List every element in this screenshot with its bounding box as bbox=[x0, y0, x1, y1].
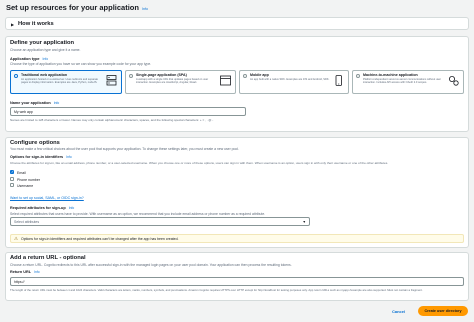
required-attributes-desc: Select required attributes that users ha… bbox=[10, 212, 266, 216]
warning-text: Options for sign-in identifiers and requ… bbox=[21, 237, 179, 242]
email-checkbox[interactable]: ✓ bbox=[10, 170, 15, 175]
app-name-input[interactable]: My web app bbox=[10, 107, 246, 116]
phone-option-label: Phone number bbox=[17, 177, 40, 182]
tile-title: Machine-to-machine application bbox=[363, 73, 418, 77]
return-url-label: Return URL Info bbox=[10, 270, 40, 274]
warning-alert: ⚠ Options for sign-in identifiers and re… bbox=[10, 234, 464, 243]
required-attributes-select[interactable]: Select attributes ▼ bbox=[10, 217, 310, 226]
application-type-desc: Choose the type of application you have … bbox=[10, 62, 152, 66]
warning-icon: ⚠ bbox=[14, 236, 19, 242]
tile-machine-to-machine[interactable]: Machine-to-machine application Platform-… bbox=[352, 70, 464, 94]
configure-desc: You must make a few critical choices abo… bbox=[10, 147, 239, 151]
tile-title: Mobile app bbox=[250, 73, 269, 77]
mobile-icon bbox=[335, 75, 342, 86]
application-type-label: Application type Info bbox=[10, 57, 49, 61]
caret-right-icon: ▶ bbox=[11, 21, 15, 27]
return-url-hint: The length of the return URL must be bet… bbox=[10, 288, 423, 292]
how-it-works-label: How it works bbox=[18, 20, 54, 27]
sign-in-identifiers-label: Options for sign-in identifiers Info bbox=[10, 155, 72, 159]
username-option-label: Username bbox=[17, 183, 34, 188]
required-attributes-info-link[interactable]: Info bbox=[69, 206, 75, 210]
email-option-label: Email bbox=[17, 170, 26, 175]
chevron-down-icon: ▼ bbox=[302, 220, 306, 224]
tile-title: Traditional web application bbox=[21, 73, 68, 77]
cancel-button[interactable]: Cancel bbox=[392, 309, 405, 314]
tile-title: Single-page application (SPA) bbox=[136, 73, 187, 77]
tile-desc: Platform-independent server-to-server co… bbox=[363, 78, 441, 85]
server-icon bbox=[106, 75, 117, 86]
configure-options-panel bbox=[5, 137, 469, 248]
gears-icon bbox=[449, 76, 459, 86]
sign-in-info-link[interactable]: Info bbox=[66, 155, 72, 159]
tile-mobile-app[interactable]: Mobile app An app built with a native SD… bbox=[239, 70, 349, 94]
browser-icon bbox=[220, 75, 231, 86]
name-hint: Names are limited to 128 characters or f… bbox=[10, 118, 214, 122]
required-attributes-label: Required attributes for sign-up Info bbox=[10, 206, 75, 210]
return-url-info-link[interactable]: Info bbox=[34, 270, 40, 274]
page: Set up resources for your application Inf… bbox=[0, 0, 474, 322]
name-info-link[interactable]: Info bbox=[54, 101, 60, 105]
tile-desc: An application hosted on a webserver. Us… bbox=[21, 78, 98, 85]
radio-single-page-app[interactable] bbox=[129, 73, 134, 78]
return-url-desc: Choose a return URL. Cognito redirects t… bbox=[10, 263, 292, 267]
page-title: Set up resources for your application Inf… bbox=[6, 3, 148, 12]
tile-desc: A webapp with a single URL that updates … bbox=[136, 78, 209, 85]
tile-single-page-app[interactable]: Single-page application (SPA) A webapp w… bbox=[125, 70, 236, 94]
define-desc: Choose an application type and give it a… bbox=[10, 48, 81, 52]
create-user-directory-button[interactable]: Create user directory bbox=[418, 306, 468, 316]
page-info-link[interactable]: Info bbox=[142, 7, 148, 11]
social-sign-in-link[interactable]: Want to set up social, SAML, or OIDC sig… bbox=[10, 196, 84, 200]
return-url-input[interactable]: https:// bbox=[10, 277, 464, 286]
configure-title: Configure options bbox=[10, 140, 60, 146]
radio-mobile-app[interactable] bbox=[243, 73, 248, 78]
define-title: Define your application bbox=[10, 40, 75, 46]
radio-traditional-web-app[interactable] bbox=[14, 73, 19, 78]
tile-desc: An app built with a native SDK. Examples… bbox=[250, 78, 330, 81]
name-label: Name your application Info bbox=[10, 101, 60, 105]
radio-machine-to-machine[interactable] bbox=[356, 73, 361, 78]
how-it-works-panel[interactable]: ▶ How it works bbox=[5, 17, 469, 30]
sign-in-desc: Choose the attributes for sign-in, like … bbox=[10, 161, 389, 165]
tile-traditional-web-app[interactable]: Traditional web application An applicati… bbox=[10, 70, 122, 94]
return-url-title: Add a return URL - optional bbox=[10, 255, 86, 261]
application-type-info-link[interactable]: Info bbox=[43, 57, 49, 61]
select-placeholder: Select attributes bbox=[14, 220, 40, 224]
